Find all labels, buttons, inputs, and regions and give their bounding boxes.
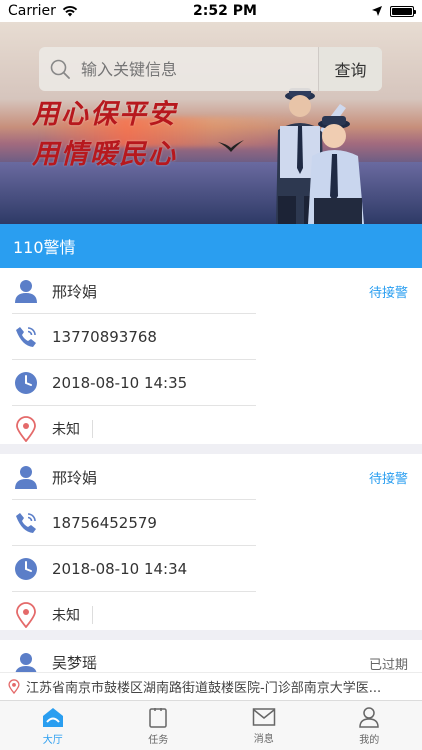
alert-card[interactable]: 吴梦瑶 已过期 (0, 640, 422, 672)
slogan-line-2: 用情暖民心 (32, 139, 177, 170)
alert-name: 邢玲娟 (52, 468, 98, 487)
tab-bar: 大厅 任务 消息 我的 (0, 700, 422, 750)
status-badge: 待接警 (368, 472, 408, 487)
alert-name: 邢玲娟 (52, 282, 98, 301)
tab-task[interactable]: 任务 (106, 701, 212, 750)
tab-hall[interactable]: 大厅 (0, 701, 106, 750)
location-arrow-icon (372, 6, 382, 16)
alert-phone[interactable]: 18756452579 (52, 514, 157, 532)
status-bar: Carrier 2:52 PM (0, 0, 422, 22)
search-input[interactable] (81, 59, 318, 79)
tab-label: 我的 (359, 734, 380, 746)
alert-name: 吴梦瑶 (52, 654, 98, 672)
home-icon (42, 707, 63, 727)
alert-location: 未知 (52, 608, 80, 624)
status-badge: 已过期 (368, 658, 408, 672)
alert-time: 2018-08-10 14:34 (52, 560, 188, 578)
status-time: 2:52 PM (193, 3, 257, 19)
mail-icon (252, 707, 275, 726)
alert-phone[interactable]: 13770893768 (52, 328, 157, 346)
current-address: 江苏省南京市鼓楼区湖南路街道鼓楼医院-门诊部南京大学医... (26, 681, 382, 696)
alert-card[interactable]: 邢玲娟 待接警 13770893768 2018-08-10 14:35 未知 (0, 268, 422, 444)
search-bar: 查询 (39, 47, 382, 91)
alert-time: 2018-08-10 14:35 (52, 374, 188, 392)
tab-message[interactable]: 消息 (211, 701, 317, 750)
alert-card[interactable]: 邢玲娟 待接警 18756452579 2018-08-10 14:34 未知 (0, 454, 422, 630)
search-button[interactable]: 查询 (318, 47, 382, 91)
tab-label: 大厅 (42, 734, 63, 746)
person-outline-icon (359, 706, 380, 728)
battery-icon (390, 5, 416, 17)
slogan-line-1: 用心保平安 (32, 99, 177, 130)
tab-mine[interactable]: 我的 (317, 701, 422, 750)
section-title: 110警情 (13, 238, 76, 257)
alert-location: 未知 (52, 422, 80, 438)
person-icon (15, 466, 37, 489)
location-pin-icon (16, 416, 36, 442)
tab-label: 消息 (253, 733, 274, 745)
carrier-label: Carrier (8, 3, 56, 19)
phone-icon (16, 327, 36, 347)
search-icon (50, 59, 70, 79)
status-badge: 待接警 (368, 286, 408, 301)
location-pin-icon (8, 679, 20, 694)
person-icon (15, 280, 37, 303)
phone-icon (16, 513, 36, 533)
tab-label: 任务 (148, 734, 169, 746)
current-location-bar[interactable]: 江苏省南京市鼓楼区湖南路街道鼓楼医院-门诊部南京大学医... (0, 672, 422, 700)
wifi-icon (62, 5, 78, 17)
person-icon (15, 653, 37, 672)
clock-icon (15, 372, 37, 394)
location-pin-icon (16, 602, 36, 628)
clipboard-icon (149, 707, 167, 728)
section-header: 110警情 (0, 224, 422, 268)
eagle-icon (218, 140, 244, 152)
clock-icon (15, 558, 37, 580)
police-officers-image (276, 88, 364, 224)
